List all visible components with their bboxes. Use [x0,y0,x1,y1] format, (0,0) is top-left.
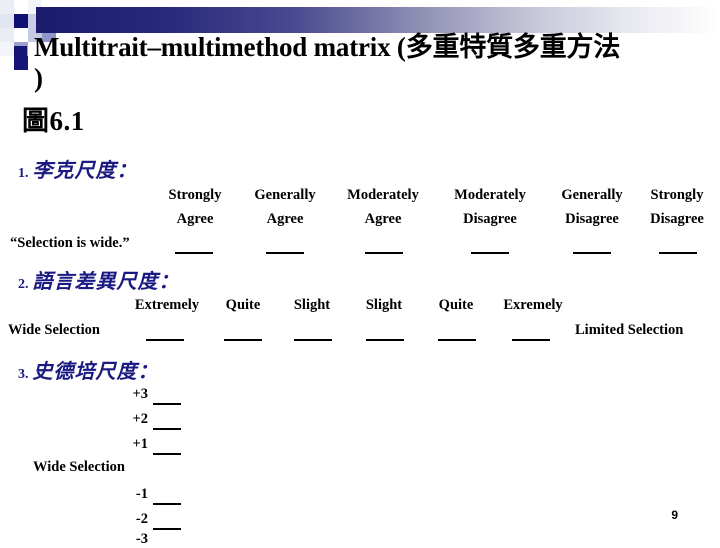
s2-col-2-label: Slight [293,297,331,313]
section-3-heading-cjk: 史德培尺度： [32,359,159,383]
s1-col-3-line2: Disagree [463,211,517,227]
s2-col-3-label: Slight [365,297,403,313]
figure-subtitle-number: 6.1 [49,106,85,136]
section-2-heading: 2. 語言差異尺度： [18,265,180,294]
decor-square [14,28,28,42]
s2-blank-2[interactable] [294,339,332,341]
section-1-heading-cjk: 李克尺度： [32,158,138,182]
s3-blank-4[interactable] [153,528,181,530]
s2-row-label-right: Limited Selection [575,322,684,338]
s1-col-4-line1: Generally [561,187,623,203]
s3-blank-2[interactable] [153,453,181,455]
s1-col-3-line1: Moderately [454,187,526,203]
decor-square [14,14,28,28]
s3-item-2-value: +1 [132,436,148,452]
s3-item-1-value: +2 [132,411,148,427]
s3-item-3-value: -1 [135,486,148,502]
figure-subtitle-cjk: 圖 [22,106,50,137]
header-gradient-bar [36,7,720,33]
s1-col-2-line1: Moderately [347,187,419,203]
s3-item-0-value: +3 [132,386,148,402]
s1-col-1-line1: Generally [254,187,316,203]
s1-blank-3[interactable] [471,252,509,254]
s1-blank-4[interactable] [573,252,611,254]
section-3-heading: 3. 史德培尺度： [18,355,159,384]
s1-col-5-line2: Disagree [650,211,704,227]
s2-blank-0[interactable] [146,339,184,341]
s2-col-1-label: Quite [225,297,261,313]
decor-square [0,0,14,14]
title-bullet-icon [14,46,27,59]
s1-blank-2[interactable] [365,252,403,254]
s1-col-4-line2: Disagree [565,211,619,227]
title-close-paren: ) [34,63,43,93]
s3-item-4-value: -2 [135,511,148,527]
section-2-number: 2. [18,277,29,292]
s3-blank-3[interactable] [153,503,181,505]
s1-col-2-line2: Agree [364,211,402,227]
s2-blank-5[interactable] [512,339,550,341]
s3-blank-0[interactable] [153,403,181,405]
s2-blank-1[interactable] [224,339,262,341]
title-latin-text: Multitrait–multimethod matrix ( [34,32,406,62]
page-title: Multitrait–multimethod matrix (多重特質多重方法) [34,32,720,94]
s2-row-label-left: Wide Selection [8,322,100,338]
decor-square [14,0,28,14]
section-2-heading-cjk: 語言差異尺度： [32,269,180,293]
s2-col-0-label: Extremely [134,297,200,313]
s2-blank-3[interactable] [366,339,404,341]
section-3-number: 3. [18,367,29,382]
s1-row-label: “Selection is wide.” [10,235,130,251]
s3-blank-1[interactable] [153,428,181,430]
s2-blank-4[interactable] [438,339,476,341]
page-number: 9 [671,508,678,522]
s1-col-5-line1: Strongly [650,187,704,203]
section-1-heading: 1. 李克尺度： [18,154,138,183]
decor-square [0,28,14,42]
figure-subtitle: 圖6.1 [22,99,85,138]
s3-row-label: Wide Selection [33,459,125,475]
s1-blank-5[interactable] [659,252,697,254]
s1-blank-0[interactable] [175,252,213,254]
s2-col-4-label: Quite [438,297,474,313]
s2-col-5-label: Exremely [503,297,563,313]
s1-blank-1[interactable] [266,252,304,254]
decor-square [0,14,14,28]
s1-col-1-line2: Agree [266,211,304,227]
decor-square [0,42,14,56]
s1-col-0-line1: Strongly [168,187,222,203]
title-cjk-text: 多重特質多重方法 [405,32,621,63]
s1-col-0-line2: Agree [176,211,214,227]
section-1-number: 1. [18,166,29,181]
